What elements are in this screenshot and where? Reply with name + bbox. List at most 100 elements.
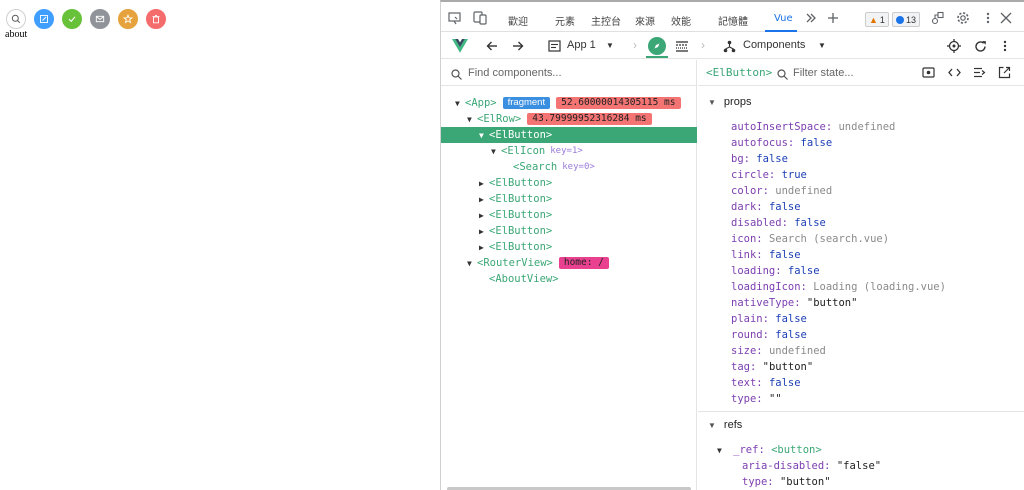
find-components-input[interactable]: [468, 65, 688, 81]
expand-arrow-icon[interactable]: ▼: [479, 131, 489, 140]
warnings-badge[interactable]: ▲ 1: [865, 12, 889, 27]
collapse-arrow-icon[interactable]: ▶: [479, 227, 489, 236]
add-tab-icon[interactable]: [825, 10, 841, 26]
ref-attr-row[interactable]: aria-disabled: "false": [742, 460, 881, 472]
prop-row[interactable]: loadingIcon: Loading (loading.vue): [731, 281, 946, 293]
chevron-down-icon[interactable]: ▼: [606, 41, 614, 50]
components-tree-icon[interactable]: [721, 38, 737, 54]
tree-row-elrow[interactable]: ▼ <ElRow> 43.79999952316284 ms: [441, 111, 697, 127]
more-options-icon-2[interactable]: [997, 38, 1013, 54]
expand-arrow-icon[interactable]: ▼: [708, 98, 716, 107]
more-options-icon[interactable]: [980, 10, 996, 26]
prop-row[interactable]: text: false: [731, 377, 801, 389]
filter-state-input[interactable]: [793, 65, 913, 81]
chevron-down-icon-2[interactable]: ▼: [818, 41, 826, 50]
expand-arrow-icon[interactable]: ▼: [708, 421, 716, 430]
prop-row[interactable]: autofocus: false: [731, 137, 832, 149]
prop-row[interactable]: size: undefined: [731, 345, 826, 357]
prop-row[interactable]: loading: false: [731, 265, 820, 277]
compass-icon[interactable]: [648, 37, 666, 55]
props-section-header[interactable]: ▼ props: [708, 96, 751, 108]
tab-elements[interactable]: 元素: [555, 13, 575, 28]
check-button[interactable]: [62, 9, 82, 29]
edit-button[interactable]: [34, 9, 54, 29]
select-component-icon[interactable]: [946, 38, 962, 54]
refs-section-header[interactable]: ▼ refs: [708, 419, 742, 431]
prop-key: circle:: [731, 169, 776, 181]
tab-vue-underline: [765, 30, 797, 32]
prop-row[interactable]: nativeType: "button": [731, 297, 857, 309]
app-selector-icon[interactable]: [546, 38, 562, 54]
prop-row[interactable]: dark: false: [731, 201, 801, 213]
collapse-arrow-icon[interactable]: ▶: [479, 179, 489, 188]
prop-row[interactable]: autoInsertSpace: undefined: [731, 121, 895, 133]
message-button[interactable]: [90, 9, 110, 29]
inspect-element-icon[interactable]: [472, 10, 488, 26]
prop-row[interactable]: tag: "button": [731, 361, 813, 373]
collapse-arrow-icon[interactable]: ▶: [479, 243, 489, 252]
collapse-arrow-icon[interactable]: ▶: [479, 195, 489, 204]
ref-attr-row[interactable]: type: "button": [742, 476, 831, 488]
prop-row[interactable]: disabled: false: [731, 217, 826, 229]
tree-row-elbutton[interactable]: ▶ <ElButton>: [441, 239, 697, 255]
prop-value: false: [768, 377, 801, 389]
tree-row-elbutton[interactable]: ▶ <ElButton>: [441, 223, 697, 239]
more-tabs-icon[interactable]: [803, 10, 819, 26]
tree-row-elbutton[interactable]: ▶ <ElButton>: [441, 191, 697, 207]
close-devtools-icon[interactable]: [998, 10, 1014, 26]
tree-row-routerview[interactable]: ▼ <RouterView> home: /: [441, 255, 697, 271]
tree-row-elbutton[interactable]: ▶ <ElButton>: [441, 207, 697, 223]
inspect-dom-icon[interactable]: [973, 66, 986, 84]
prop-row[interactable]: type: "": [731, 393, 782, 405]
tree-row-elbutton-selected[interactable]: ▼ <ElButton>: [441, 127, 697, 143]
tab-sources[interactable]: 來源: [635, 13, 655, 28]
tab-vue[interactable]: Vue: [774, 13, 793, 24]
prop-row[interactable]: color: undefined: [731, 185, 832, 197]
delete-button[interactable]: [146, 9, 166, 29]
expand-arrow-icon[interactable]: ▼: [467, 259, 477, 268]
tree-row-elbutton[interactable]: ▶ <ElButton>: [441, 175, 697, 191]
expand-arrow-icon[interactable]: ▼: [717, 446, 722, 455]
collapse-arrow-icon[interactable]: ▶: [479, 211, 489, 220]
prop-row[interactable]: link: false: [731, 249, 801, 261]
settings-gear-icon[interactable]: [955, 10, 971, 26]
device-toolbar-icon[interactable]: [447, 10, 463, 26]
scroll-to-component-icon[interactable]: [922, 66, 935, 84]
view-selector[interactable]: Components: [743, 39, 805, 51]
tab-performance[interactable]: 效能: [671, 13, 691, 28]
tree-row-search[interactable]: <Search key=0>: [441, 159, 697, 175]
expand-arrow-icon[interactable]: ▼: [491, 147, 501, 156]
app-selector[interactable]: App 1: [567, 39, 596, 51]
tab-memory[interactable]: 記憶體: [718, 13, 748, 28]
props-label: props: [723, 96, 752, 108]
back-arrow-icon[interactable]: [484, 38, 500, 54]
timeline-icon[interactable]: [674, 38, 690, 54]
tree-row-label: <ElButton>: [489, 193, 553, 205]
search-button[interactable]: [6, 9, 26, 29]
open-in-editor-icon[interactable]: [998, 66, 1011, 84]
messages-badge[interactable]: 13: [892, 12, 921, 27]
tab-console[interactable]: 主控台: [591, 13, 621, 28]
tree-row-key: key=1>: [550, 146, 583, 156]
ref-row[interactable]: ▼ _ref: <button>: [717, 444, 822, 456]
tree-row-app[interactable]: ▼ <App> fragment 52.60000014305115 ms: [441, 95, 697, 111]
prop-row[interactable]: round: false: [731, 329, 807, 341]
star-button[interactable]: [118, 9, 138, 29]
prop-row[interactable]: circle: true: [731, 169, 807, 181]
expand-arrow-icon[interactable]: ▼: [455, 99, 465, 108]
code-icon[interactable]: [948, 66, 961, 84]
tree-row-elicon[interactable]: ▼ <ElIcon key=1>: [441, 143, 697, 159]
prop-row[interactable]: bg: false: [731, 153, 788, 165]
prop-row[interactable]: icon: Search (search.vue): [731, 233, 889, 245]
component-tree-pane: ▼ <App> fragment 52.60000014305115 ms ▼ …: [441, 60, 697, 490]
page: about 歡迎 元素 主控台 來源 效能 記憶體 Vue ▲ 1 13 App…: [0, 0, 1024, 490]
about-link[interactable]: about: [5, 29, 27, 40]
tab-welcome[interactable]: 歡迎: [508, 13, 528, 28]
tree-row-aboutview[interactable]: <AboutView>: [441, 271, 697, 287]
issues-icon[interactable]: [930, 10, 946, 26]
expand-arrow-icon[interactable]: ▼: [467, 115, 477, 124]
prop-value: false: [794, 217, 826, 229]
forward-arrow-icon[interactable]: [510, 38, 526, 54]
refresh-icon[interactable]: [972, 38, 988, 54]
prop-row[interactable]: plain: false: [731, 313, 807, 325]
